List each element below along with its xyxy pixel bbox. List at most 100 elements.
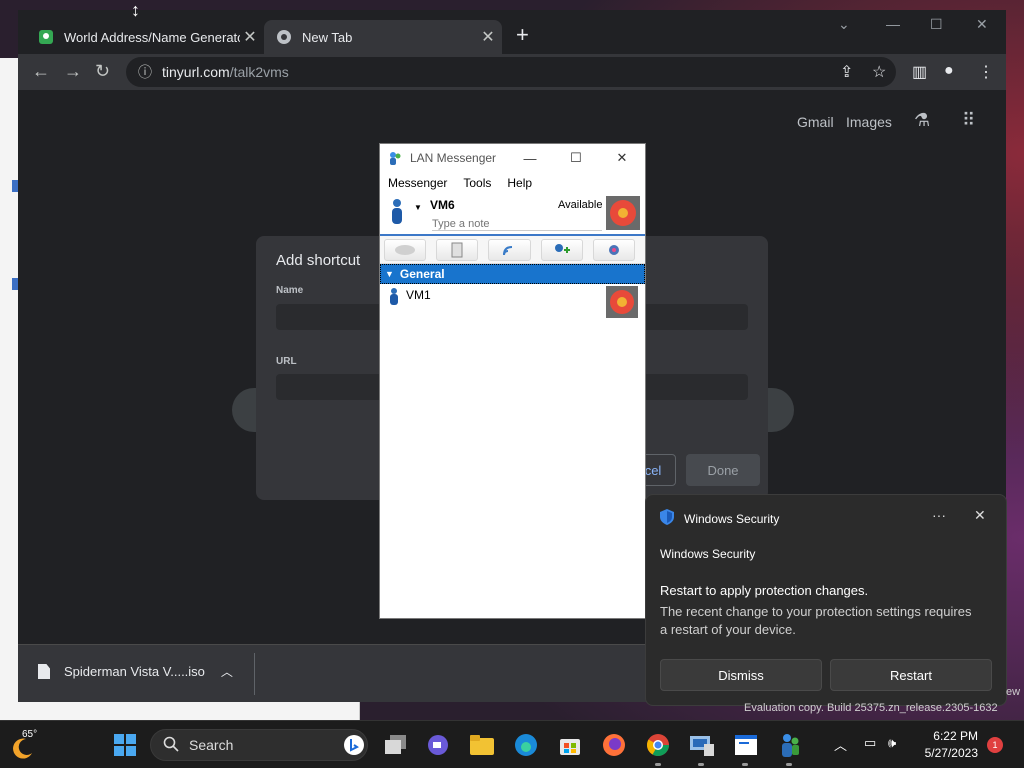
back-icon[interactable]: ← [32, 61, 50, 82]
toast-subtitle: Windows Security [660, 547, 756, 561]
expand-triangle-icon[interactable]: ▼ [385, 269, 394, 279]
dismiss-button[interactable]: Dismiss [660, 659, 822, 691]
tab-title: World Address/Name Generator [64, 29, 240, 45]
user-status-icon[interactable] [390, 198, 404, 229]
clock-date: 5/27/2023 [924, 746, 978, 760]
menu-icon[interactable]: ⋮ [978, 62, 994, 82]
file-transfer-icon[interactable] [436, 238, 479, 261]
user-name: VM6 [430, 198, 455, 212]
lan-titlebar[interactable]: LAN Messenger — ☐ ✕ [380, 144, 645, 172]
tab-title: New Tab [302, 29, 353, 45]
running-indicator [698, 763, 704, 766]
share-icon[interactable]: ⇪ [840, 62, 853, 82]
close-icon[interactable]: ✕ [599, 150, 645, 166]
contact-item[interactable]: VM1 [380, 284, 645, 320]
user-status: Available [558, 199, 603, 211]
info-icon[interactable]: ⓘ [138, 62, 152, 82]
file-explorer-icon[interactable] [468, 731, 496, 759]
notification-badge[interactable]: 1 [987, 737, 1003, 753]
weather-widget[interactable]: 65° [10, 729, 50, 761]
lan-title: LAN Messenger [410, 151, 497, 165]
weather-temp: 65° [22, 729, 38, 740]
menu-help[interactable]: Help [507, 176, 532, 190]
chat-icon[interactable] [424, 731, 452, 759]
lan-messenger-window: LAN Messenger — ☐ ✕ Messenger Tools Help… [379, 143, 646, 619]
edge-icon[interactable] [512, 731, 540, 759]
windows-security-toast: Windows Security ··· ✕ Windows Security … [645, 494, 1007, 706]
more-options-icon[interactable]: ··· [932, 507, 946, 523]
images-link[interactable]: Images [846, 114, 892, 130]
running-indicator [742, 763, 748, 766]
reload-icon[interactable]: ↻ [95, 61, 110, 82]
add-contact-icon[interactable] [540, 238, 583, 261]
bing-icon[interactable] [343, 734, 365, 759]
group-general[interactable]: ▼ General [380, 264, 645, 284]
restart-button[interactable]: Restart [830, 659, 992, 691]
new-tab-button[interactable]: + [516, 22, 529, 48]
contact-name: VM1 [406, 288, 431, 302]
settings-icon[interactable] [592, 238, 636, 261]
maximize-icon[interactable]: ☐ [553, 150, 599, 166]
lan-messenger-icon[interactable] [776, 731, 804, 759]
taskbar-search[interactable]: Search [150, 729, 368, 761]
taskbar-clock[interactable]: 6:22 PM 5/27/2023 [918, 728, 978, 762]
apps-grid-icon[interactable]: ⠿ [962, 110, 975, 131]
control-panel-icon[interactable] [732, 731, 760, 759]
evaluation-watermark: Evaluation copy. Build 25375.zn_release.… [744, 702, 998, 714]
watermark-edge: ew [1006, 686, 1021, 698]
name-label: Name [276, 285, 304, 296]
menu-messenger[interactable]: Messenger [388, 176, 447, 190]
address-bar[interactable]: ⓘ tinyurl.com /talk2vms [126, 57, 896, 87]
task-view-icon[interactable] [382, 731, 410, 759]
shield-icon [660, 509, 674, 528]
close-icon[interactable]: ✕ [976, 16, 988, 33]
start-icon[interactable] [111, 731, 139, 759]
chrome-icon[interactable] [644, 731, 672, 759]
user-profile: ▼ VM6 Available [380, 194, 645, 234]
chevron-up-icon[interactable]: ︿ [834, 735, 847, 754]
broadcast-icon[interactable] [488, 238, 531, 261]
browser-toolbar: ← → ↻ ⓘ tinyurl.com /talk2vms ⇪ ☆ ▥ ● ⋮ [18, 54, 1006, 90]
chrome-icon [276, 29, 292, 45]
toast-heading: Restart to apply protection changes. [660, 583, 869, 598]
url-host: tinyurl.com [162, 64, 230, 80]
taskbar: 65° Search ︿ ▭ 🕪 6:22 PM 5/27/2023 1 [0, 720, 1024, 768]
forward-icon[interactable]: → [64, 61, 82, 82]
download-item[interactable]: Spiderman Vista V.....iso ︿ [38, 663, 233, 680]
gmail-link[interactable]: Gmail [797, 114, 834, 130]
dialog-title: Add shortcut [276, 252, 361, 269]
bookmark-star-icon[interactable]: ☆ [872, 62, 886, 82]
profile-icon[interactable]: ● [944, 62, 954, 80]
chevron-up-icon[interactable]: ︿ [221, 663, 233, 680]
side-panel-icon[interactable]: ▥ [912, 62, 927, 82]
maximize-icon[interactable]: ☐ [930, 16, 943, 33]
lan-menubar: Messenger Tools Help [380, 172, 645, 194]
tab-close-icon[interactable]: ✕ [478, 27, 498, 47]
avatar[interactable] [606, 196, 640, 230]
network-icon[interactable]: ▭ [864, 735, 876, 751]
tab-new-tab[interactable]: New Tab ✕ [264, 20, 502, 54]
resize-cursor-icon: ↕ [131, 0, 140, 20]
close-icon[interactable]: ✕ [974, 507, 986, 524]
remote-desktop-icon[interactable] [688, 731, 716, 759]
menu-tools[interactable]: Tools [463, 176, 491, 190]
clock-time: 6:22 PM [933, 729, 978, 743]
note-input[interactable] [432, 217, 602, 231]
firefox-icon[interactable] [600, 731, 628, 759]
map-pin-icon [38, 29, 54, 45]
contact-status-icon [388, 287, 400, 310]
minimize-icon[interactable]: — [507, 151, 553, 166]
url-path: /talk2vms [229, 64, 289, 80]
store-icon[interactable] [556, 731, 584, 759]
labs-flask-icon[interactable]: ⚗ [914, 110, 930, 131]
moon-icon [13, 738, 32, 759]
minimize-icon[interactable]: — [886, 16, 900, 32]
message-icon[interactable] [384, 238, 427, 261]
tab-world-address[interactable]: World Address/Name Generator ✕ [26, 20, 264, 54]
volume-icon[interactable]: 🕪 [888, 735, 896, 751]
running-indicator [786, 763, 792, 766]
status-dropdown-icon[interactable]: ▼ [414, 203, 422, 212]
chevron-down-icon[interactable]: ⌄ [838, 16, 850, 33]
tab-close-icon[interactable]: ✕ [240, 27, 260, 47]
done-button[interactable]: Done [686, 454, 760, 486]
